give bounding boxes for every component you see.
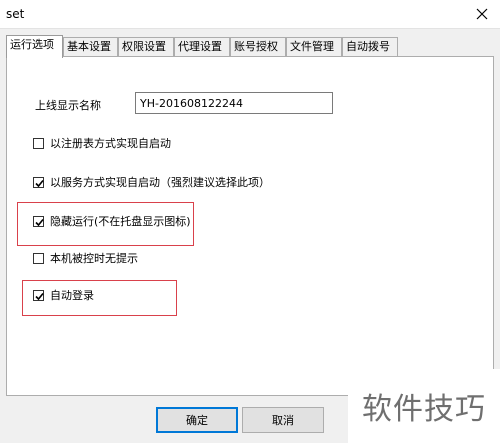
checkbox-service-autostart[interactable] — [33, 176, 44, 188]
tab-proxy-settings[interactable]: 代理设置 — [174, 37, 230, 57]
display-name-label: 上线显示名称 — [35, 99, 101, 112]
tab-auto-dial[interactable]: 自动拨号 — [342, 37, 398, 57]
checkbox-hidden-run[interactable] — [33, 215, 44, 227]
option-label: 以注册表方式实现自启动 — [50, 137, 171, 150]
settings-window: set 运行选项 基本设置 权限设置 代理设置 账号授权 文件管理 自动拨号 上… — [0, 0, 500, 443]
cancel-button[interactable]: 取消 — [242, 407, 324, 433]
option-auto-login[interactable]: 自动登录 — [33, 287, 94, 303]
option-label: 以服务方式实现自启动（强烈建议选择此项） — [50, 176, 270, 189]
tab-permission-settings[interactable]: 权限设置 — [118, 37, 174, 57]
option-label: 本机被控时无提示 — [50, 252, 138, 265]
option-hidden-run[interactable]: 隐藏运行(不在托盘显示图标) — [33, 213, 191, 229]
option-registry-autostart[interactable]: 以注册表方式实现自启动 — [33, 135, 171, 151]
checkbox-auto-login[interactable] — [33, 289, 44, 301]
window-title: set — [6, 7, 25, 21]
checkbox-registry-autostart[interactable] — [33, 137, 44, 149]
option-silent-control[interactable]: 本机被控时无提示 — [33, 250, 138, 266]
run-options-panel: 上线显示名称 以注册表方式实现自启动 以服务方式实现自启动（强烈建议选择此项） … — [6, 56, 494, 396]
checkmark-icon — [35, 218, 44, 226]
option-label: 隐藏运行(不在托盘显示图标) — [50, 215, 191, 228]
checkmark-icon — [35, 292, 44, 300]
checkbox-silent-control[interactable] — [33, 252, 44, 264]
ok-button[interactable]: 确定 — [156, 407, 238, 433]
tab-account-authorization[interactable]: 账号授权 — [230, 37, 286, 57]
option-service-autostart[interactable]: 以服务方式实现自启动（强烈建议选择此项） — [33, 174, 270, 190]
tab-run-options[interactable]: 运行选项 — [6, 35, 63, 58]
checkmark-icon — [35, 179, 44, 187]
title-bar: set — [0, 0, 500, 29]
display-name-input[interactable] — [135, 92, 333, 114]
tab-file-management[interactable]: 文件管理 — [286, 37, 342, 57]
option-label: 自动登录 — [50, 289, 94, 302]
tab-basic-settings[interactable]: 基本设置 — [63, 37, 118, 57]
tab-bar: 运行选项 基本设置 权限设置 代理设置 账号授权 文件管理 自动拨号 — [6, 35, 490, 58]
watermark-text: 软件技巧 — [348, 369, 500, 443]
close-button[interactable] — [470, 2, 494, 26]
close-icon — [476, 8, 488, 20]
